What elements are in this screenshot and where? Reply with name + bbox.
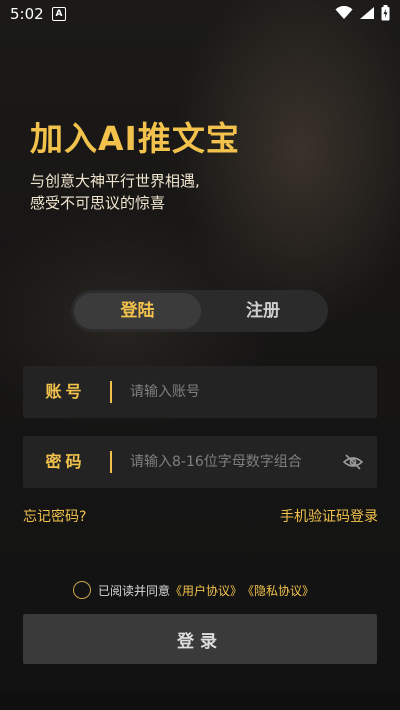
- tab-register[interactable]: 注册: [201, 293, 325, 329]
- tab-login[interactable]: 登陆: [74, 293, 201, 329]
- account-divider: [110, 381, 112, 403]
- auth-tabs: 登陆 注册: [71, 290, 328, 332]
- status-time: 5:02: [10, 5, 44, 23]
- password-divider: [110, 451, 112, 473]
- agreement-prefix: 已阅读并同意: [98, 583, 171, 598]
- agreement-row: 已阅读并同意 《用户协议》 《隐私协议》: [73, 579, 314, 601]
- user-agreement-link[interactable]: 《用户协议》: [170, 582, 242, 599]
- battery-charging-icon: [381, 5, 390, 25]
- account-field: 账号: [23, 366, 377, 418]
- status-bar: 5:02 A: [0, 0, 400, 28]
- account-label: 账号: [45, 382, 86, 401]
- app-title: 加入AI推文宝: [30, 119, 240, 158]
- forgot-password-link[interactable]: 忘记密码?: [23, 506, 86, 526]
- login-screen: 5:02 A 加入AI推文宝 与创意大神平行世界相遇, 感受不可思议的惊喜 登陆…: [0, 0, 400, 710]
- agreement-checkbox[interactable]: [73, 581, 91, 599]
- status-icons: [335, 5, 390, 25]
- eye-off-icon[interactable]: [342, 453, 364, 471]
- app-subtitle: 与创意大神平行世界相遇, 感受不可思议的惊喜: [30, 170, 200, 214]
- login-button[interactable]: 登录: [23, 614, 377, 664]
- password-label: 密码: [45, 452, 86, 471]
- privacy-agreement-link[interactable]: 《隐私协议》: [242, 582, 314, 599]
- subtitle-line-1: 与创意大神平行世界相遇,: [30, 172, 200, 190]
- password-field: 密码: [23, 436, 377, 488]
- account-input[interactable]: [130, 379, 330, 405]
- navigation-bar: [0, 692, 400, 710]
- password-input[interactable]: [130, 449, 330, 475]
- signal-icon: [359, 6, 375, 24]
- subtitle-line-2: 感受不可思议的惊喜: [30, 194, 166, 212]
- sms-login-link[interactable]: 手机验证码登录: [280, 506, 378, 526]
- wifi-icon: [335, 5, 353, 24]
- app-notification-icon: A: [52, 7, 66, 21]
